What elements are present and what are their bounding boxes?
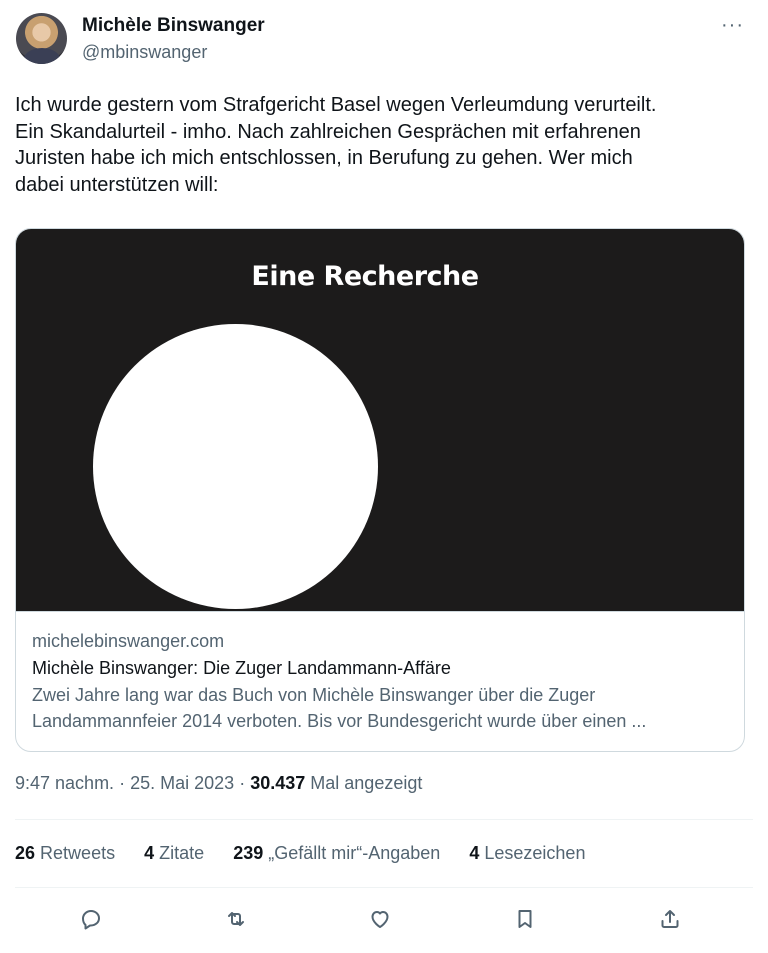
tweet-time[interactable]: 9:47 nachm. [15, 773, 114, 793]
tweet-text: Ich wurde gestern vom Strafgericht Basel… [15, 94, 657, 196]
avatar[interactable] [16, 13, 67, 64]
bookmarks-label: Lesezeichen [484, 843, 586, 863]
card-title: Michèle Binswanger: Die Zuger Landammann… [32, 658, 451, 678]
divider [15, 819, 753, 820]
retweets-stat[interactable]: 26 Retweets [15, 843, 115, 863]
share-icon[interactable] [655, 904, 685, 934]
card-description-line-1: Zwei Jahre lang war das Buch von Michèle… [32, 685, 596, 705]
retweet-icon[interactable] [221, 904, 251, 934]
glow-circle [93, 324, 378, 609]
card-domain: michelebinswanger.com [32, 631, 225, 651]
card-image-headline: Eine Recherche [251, 261, 479, 292]
meta-separator: · [239, 773, 246, 793]
like-icon[interactable] [365, 904, 395, 934]
quotes-count: 4 [144, 843, 155, 863]
author-handle[interactable]: @mbinswanger [82, 42, 207, 63]
tweet-date[interactable]: 25. Mai 2023 [130, 773, 234, 793]
views-label: Mal angezeigt [310, 773, 423, 793]
quotes-label: Zitate [159, 843, 205, 863]
more-horizontal-icon[interactable]: ··· [721, 14, 744, 37]
link-card[interactable]: Eine Recherche michelebinswanger.com Mic… [15, 228, 745, 752]
likes-stat[interactable]: 239 „Gefällt mir“-Angaben [233, 843, 440, 863]
reply-icon[interactable] [76, 904, 106, 934]
quotes-stat[interactable]: 4 Zitate [144, 843, 204, 863]
bookmark-icon[interactable] [510, 904, 540, 934]
tweet-header: Michèle Binswanger @mbinswanger ··· [16, 12, 752, 68]
card-description-line-2: Landammannfeier 2014 verboten. Bis vor B… [32, 711, 647, 731]
likes-label: „Gefällt mir“-Angaben [268, 843, 441, 863]
author-name[interactable]: Michèle Binswanger [82, 15, 265, 37]
action-bar [0, 900, 768, 940]
likes-count: 239 [233, 843, 264, 863]
divider [15, 887, 753, 888]
views-count: 30.437 [250, 773, 306, 793]
card-meta[interactable]: michelebinswanger.com Michèle Binswanger… [16, 611, 744, 751]
bookmarks-count: 4 [469, 843, 480, 863]
tweet-meta: 9:47 nachm. · 25. Mai 2023 · 30.437 Mal … [15, 773, 422, 794]
meta-separator: · [119, 773, 126, 793]
retweets-count: 26 [15, 843, 36, 863]
tweet-stats: 26 Retweets 4 Zitate 239 „Gefällt mir“-A… [15, 843, 609, 864]
retweets-label: Retweets [40, 843, 116, 863]
bookmarks-stat[interactable]: 4 Lesezeichen [469, 843, 585, 863]
card-image[interactable]: Eine Recherche [16, 229, 744, 611]
